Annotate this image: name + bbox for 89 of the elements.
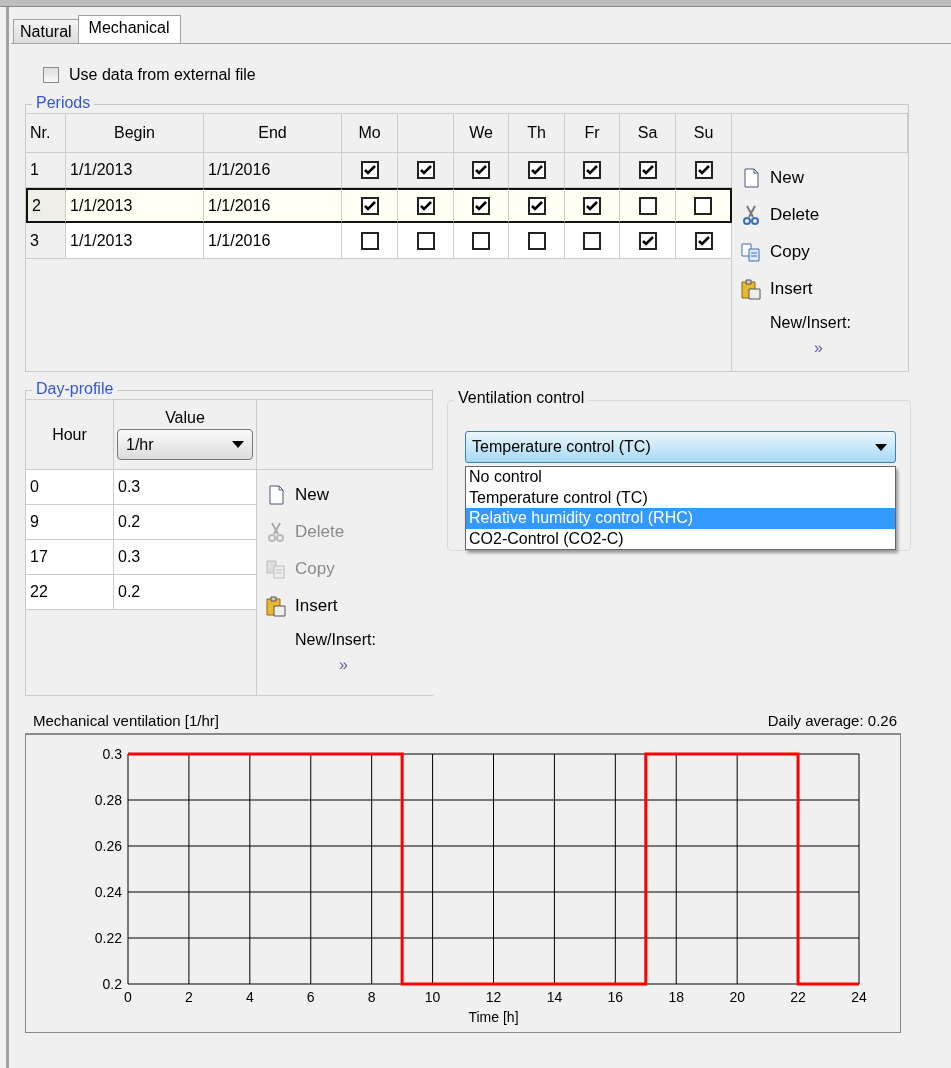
dropdown-arrow-icon (875, 443, 887, 451)
action-button[interactable]: Delete (736, 196, 824, 233)
table-cell: 0.2 (114, 505, 257, 540)
dropdown-option[interactable]: Temperature control (TC) (466, 487, 895, 508)
checkbox[interactable] (472, 161, 490, 179)
clipboard-icon (740, 277, 762, 300)
table-cell: 0.2 (114, 575, 257, 610)
expand-button[interactable]: » (339, 656, 348, 674)
unit-dropdown[interactable]: 1/hr (117, 429, 253, 460)
new-insert-label: New/Insert: (770, 313, 852, 333)
table-cell: 1/1/2013 (66, 153, 204, 188)
group-title: Day-profile (32, 380, 118, 398)
tick-label: 12 (485, 989, 502, 1005)
table-cell: 9 (26, 505, 114, 540)
expand-button[interactable]: » (814, 339, 823, 357)
scissors-icon (740, 203, 762, 226)
dropdown-arrow-icon (232, 441, 244, 448)
tick-label: 0.28 (94, 792, 122, 808)
checkbox[interactable] (638, 196, 657, 215)
copy-icon (740, 240, 762, 263)
column-header: Value (165, 409, 205, 427)
checkbox[interactable] (583, 161, 601, 179)
checkbox[interactable] (416, 231, 435, 250)
table-cell: 22 (26, 575, 114, 610)
tick-label: 24 (851, 989, 867, 1005)
action-button[interactable]: New (736, 159, 808, 196)
tick-label: 0.2 (102, 976, 122, 992)
action-button[interactable]: Copy (736, 233, 814, 270)
tick-label: 22 (790, 989, 806, 1005)
checkbox[interactable] (43, 67, 59, 83)
axis-title: Time [h] (468, 1009, 519, 1025)
tick-label: 0.26 (94, 838, 122, 854)
action-button[interactable]: Insert (261, 587, 342, 624)
chart-title: Mechanical ventilation [1/hr] (33, 712, 219, 729)
ventilation-dropdown[interactable]: Temperature control (TC) (465, 431, 896, 463)
copy-icon (265, 557, 287, 580)
dropdown-option[interactable]: No control (466, 467, 895, 488)
checkbox[interactable] (416, 161, 435, 179)
table-cell: 17 (26, 540, 114, 575)
tick-label: 6 (306, 989, 315, 1005)
checkbox-label: Use data from external file (69, 66, 256, 84)
clipboard-icon (265, 594, 287, 617)
dropdown-option[interactable]: CO2-Control (CO2-C) (466, 528, 895, 549)
checkbox[interactable] (360, 161, 379, 179)
checkbox[interactable] (360, 231, 379, 250)
checkbox[interactable] (527, 231, 546, 250)
checkbox[interactable] (416, 196, 435, 215)
checkbox[interactable] (360, 196, 379, 215)
tick-label: 10 (424, 989, 441, 1005)
checkbox[interactable] (472, 196, 490, 215)
tick-label: 18 (668, 989, 685, 1005)
table-cell: 1/1/2013 (66, 223, 204, 259)
tick-label: 4 (245, 989, 254, 1005)
checkbox[interactable] (583, 196, 601, 215)
new-insert-label: New/Insert: (295, 630, 377, 650)
table-cell: 1/1/2016 (204, 153, 342, 188)
table-cell: 3 (26, 223, 66, 259)
table-cell: 1/1/2016 (204, 223, 342, 259)
tick-label: 14 (546, 989, 563, 1005)
tick-label: 16 (607, 989, 624, 1005)
checkbox[interactable] (527, 161, 546, 179)
table-cell: 0 (26, 470, 114, 505)
checkbox[interactable] (694, 161, 713, 179)
tick-label: 8 (367, 989, 376, 1005)
table-cell: 0.3 (114, 470, 257, 505)
scissors-icon (265, 520, 287, 543)
table-cell: 1/1/2013 (66, 188, 204, 223)
tick-label: 0.3 (102, 746, 122, 762)
checkbox[interactable] (694, 196, 712, 215)
action-button[interactable]: Insert (736, 270, 817, 307)
tick-label: 20 (729, 989, 745, 1005)
table-cell: 1 (26, 153, 66, 188)
checkbox[interactable] (472, 231, 490, 250)
checkbox[interactable] (638, 231, 657, 250)
checkbox[interactable] (638, 161, 657, 179)
tab[interactable]: Natural (13, 19, 79, 43)
tick-label: 2 (185, 989, 193, 1005)
table-cell: 2 (26, 188, 66, 223)
checkbox[interactable] (583, 231, 601, 250)
tab[interactable]: Mechanical (77, 15, 181, 43)
table-cell: 0.3 (114, 540, 257, 575)
daily-average: Daily average: 0.26 (767, 712, 897, 729)
checkbox[interactable] (527, 196, 546, 215)
table-cell: 1/1/2016 (204, 188, 342, 223)
checkbox[interactable] (694, 231, 713, 250)
tick-label: 0 (124, 989, 132, 1005)
tick-label: 0.24 (94, 884, 122, 900)
action-button[interactable]: New (261, 476, 333, 513)
tick-label: 0.22 (94, 930, 122, 946)
